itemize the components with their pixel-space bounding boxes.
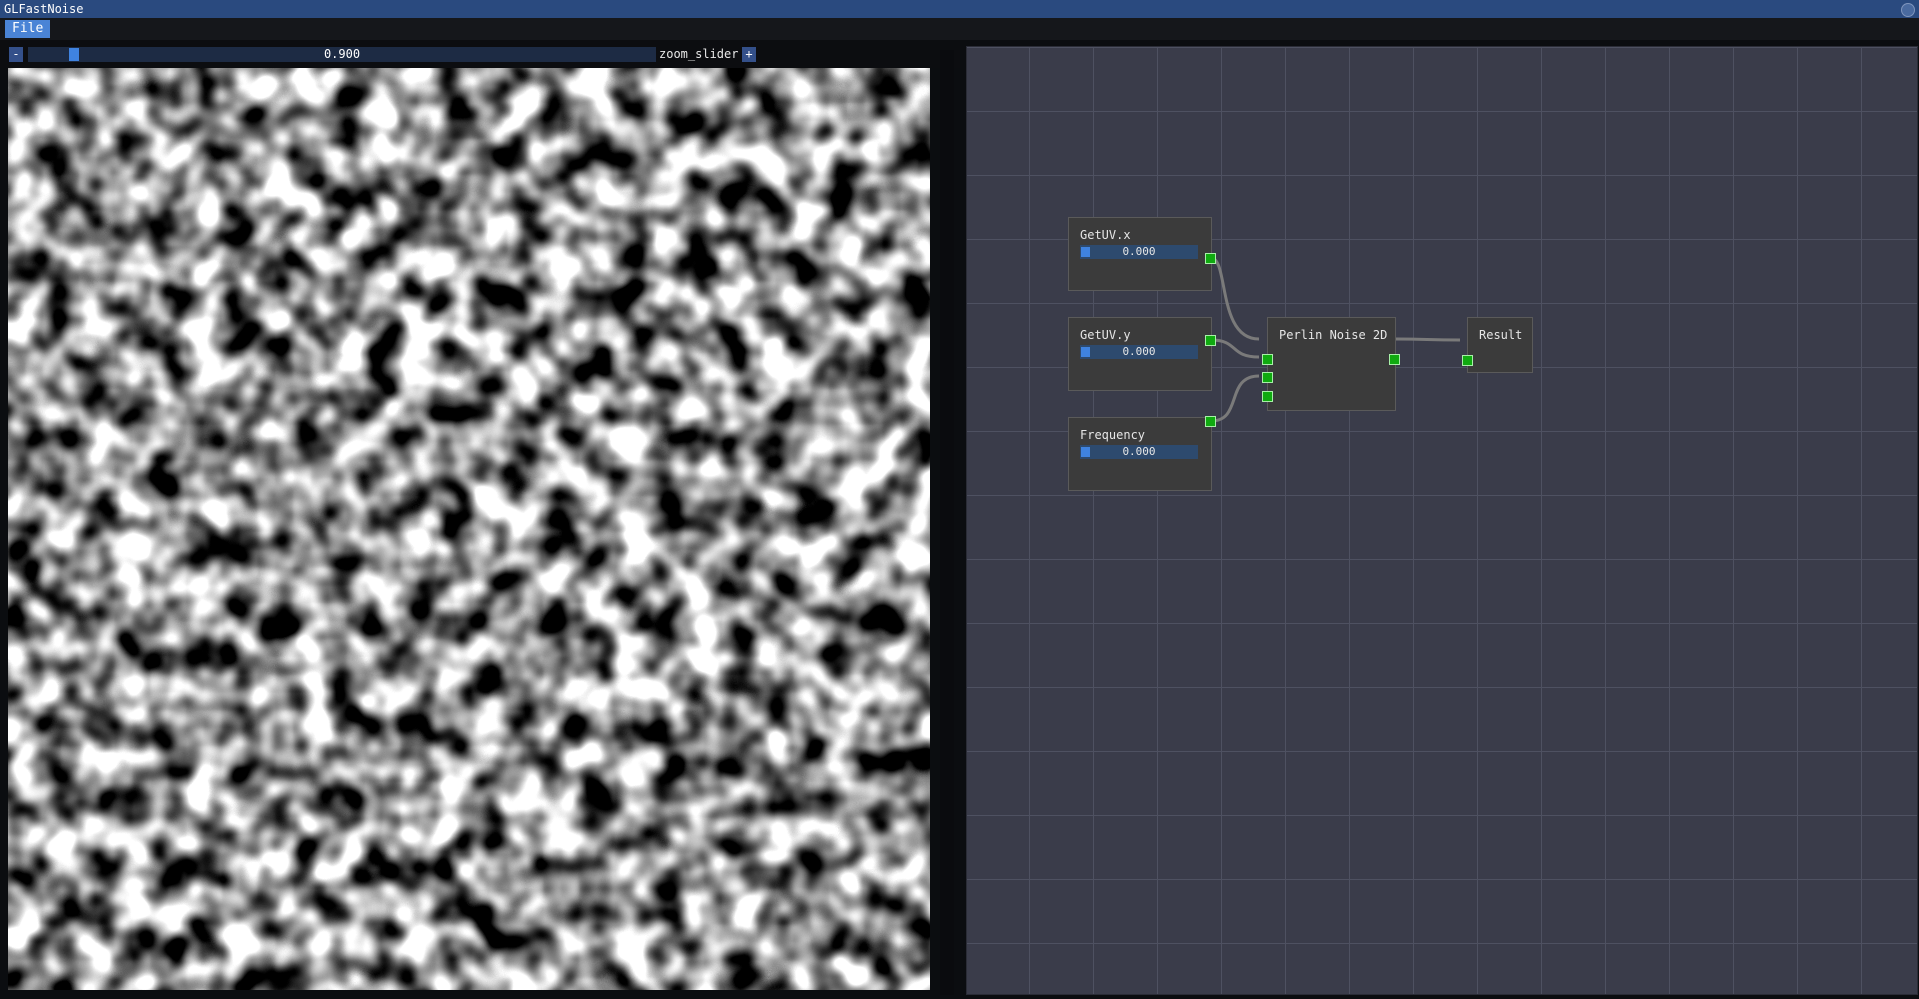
menu-file[interactable]: File bbox=[5, 20, 51, 38]
node-title: GetUV.x bbox=[1080, 228, 1131, 242]
node-title: Result bbox=[1479, 328, 1523, 342]
node-value-slider[interactable]: 0.000 bbox=[1080, 245, 1198, 259]
noise-image-icon bbox=[8, 68, 930, 990]
zoom-toolbar: - 0.900 zoom_slider + bbox=[0, 40, 960, 68]
node-title: Frequency bbox=[1080, 428, 1146, 442]
zoom-slider[interactable]: 0.900 bbox=[28, 47, 656, 62]
node-wires bbox=[1210, 256, 1461, 423]
wire-perlin-to-result bbox=[1394, 337, 1461, 342]
wire-getuv-x-to-perlin bbox=[1210, 256, 1260, 341]
node-value: 0.000 bbox=[1122, 245, 1156, 258]
title-bar: GLFastNoise bbox=[0, 0, 1919, 18]
window-title: GLFastNoise bbox=[4, 2, 84, 16]
node-value: 0.000 bbox=[1122, 445, 1156, 458]
node-graph-canvas[interactable]: GetUV.x 0.000 GetUV.y 0.000 Frequency 0.… bbox=[966, 46, 1918, 995]
node-perlin-noise-2d[interactable]: Perlin Noise 2D bbox=[1267, 317, 1396, 411]
output-port[interactable] bbox=[1205, 335, 1216, 346]
panel-splitter[interactable] bbox=[940, 50, 954, 995]
output-port[interactable] bbox=[1205, 416, 1216, 427]
node-value-slider[interactable]: 0.000 bbox=[1080, 345, 1198, 359]
menu-bar: File bbox=[0, 18, 1919, 40]
input-port[interactable] bbox=[1262, 391, 1273, 402]
zoom-out-button[interactable]: - bbox=[9, 47, 23, 62]
input-port[interactable] bbox=[1262, 372, 1273, 383]
node-value-slider[interactable]: 0.000 bbox=[1080, 445, 1198, 459]
noise-preview[interactable] bbox=[8, 68, 930, 990]
node-getuv-x[interactable]: GetUV.x 0.000 bbox=[1068, 217, 1212, 291]
output-port[interactable] bbox=[1205, 253, 1216, 264]
input-port[interactable] bbox=[1262, 354, 1273, 365]
node-value: 0.000 bbox=[1122, 345, 1156, 358]
zoom-in-button[interactable]: + bbox=[742, 47, 756, 62]
output-port[interactable] bbox=[1389, 354, 1400, 365]
node-title: GetUV.y bbox=[1080, 328, 1131, 342]
wire-getuv-y-to-perlin bbox=[1210, 338, 1260, 359]
wire-frequency-to-perlin bbox=[1210, 374, 1260, 423]
zoom-slider-value: 0.900 bbox=[323, 47, 361, 61]
node-title: Perlin Noise 2D bbox=[1279, 328, 1388, 342]
node-frequency[interactable]: Frequency 0.000 bbox=[1068, 417, 1212, 491]
input-port[interactable] bbox=[1462, 355, 1473, 366]
node-getuv-y[interactable]: GetUV.y 0.000 bbox=[1068, 317, 1212, 391]
node-result[interactable]: Result bbox=[1467, 317, 1533, 373]
zoom-slider-label: zoom_slider bbox=[659, 47, 739, 61]
window-control-icon[interactable] bbox=[1901, 3, 1915, 17]
